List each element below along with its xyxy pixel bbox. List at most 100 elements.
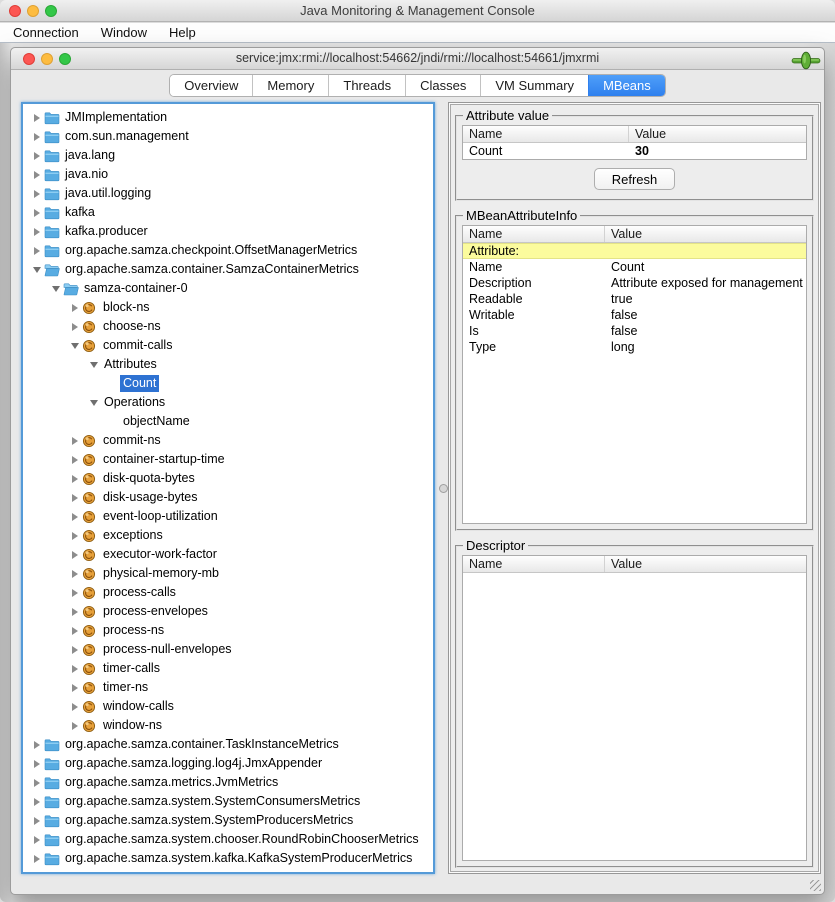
expand-arrow-icon[interactable]: [67, 722, 82, 730]
expand-arrow-icon[interactable]: [67, 684, 82, 692]
split-pane-divider-handle[interactable]: [439, 484, 448, 493]
table-row-attribute-[interactable]: Attribute:: [463, 243, 806, 259]
tree-row-process-envelopes[interactable]: process-envelopes: [23, 602, 433, 621]
expand-arrow-icon[interactable]: [67, 608, 82, 616]
tab-memory[interactable]: Memory: [252, 75, 328, 96]
tree-row-org-apache-samza-checkpoint-offsetmanagermetrics[interactable]: org.apache.samza.checkpoint.OffsetManage…: [23, 241, 433, 260]
expand-arrow-icon[interactable]: [67, 437, 82, 445]
tree-row-disk-quota-bytes[interactable]: disk-quota-bytes: [23, 469, 433, 488]
tab-threads[interactable]: Threads: [328, 75, 405, 96]
expand-arrow-icon[interactable]: [67, 456, 82, 464]
tree-row-org-apache-samza-logging-log4j-jmxappender[interactable]: org.apache.samza.logging.log4j.JmxAppend…: [23, 754, 433, 773]
tree-row-process-null-envelopes[interactable]: process-null-envelopes: [23, 640, 433, 659]
resize-grip[interactable]: [810, 880, 821, 891]
expand-arrow-icon[interactable]: [29, 152, 44, 160]
minimize-button[interactable]: [27, 5, 39, 17]
tab-overview[interactable]: Overview: [170, 75, 252, 96]
tree-row-org-apache-samza-system-chooser-roundrobinchoosermetrics[interactable]: org.apache.samza.system.chooser.RoundRob…: [23, 830, 433, 849]
tree-row-container-startup-time[interactable]: container-startup-time: [23, 450, 433, 469]
zoom-button[interactable]: [45, 5, 57, 17]
tree-row-objectname[interactable]: objectName: [23, 412, 433, 431]
collapse-arrow-icon[interactable]: [29, 267, 44, 273]
expand-arrow-icon[interactable]: [29, 209, 44, 217]
expand-arrow-icon[interactable]: [67, 551, 82, 559]
expand-arrow-icon[interactable]: [67, 703, 82, 711]
tree-row-event-loop-utilization[interactable]: event-loop-utilization: [23, 507, 433, 526]
expand-arrow-icon[interactable]: [67, 532, 82, 540]
tree-row-jmimplementation[interactable]: JMImplementation: [23, 108, 433, 127]
tree-row-samza-container-0[interactable]: samza-container-0: [23, 279, 433, 298]
tree-row-java-nio[interactable]: java.nio: [23, 165, 433, 184]
expand-arrow-icon[interactable]: [29, 798, 44, 806]
tree-row-count[interactable]: Count: [23, 374, 433, 393]
collapse-arrow-icon[interactable]: [86, 400, 101, 406]
tree-row-physical-memory-mb[interactable]: physical-memory-mb: [23, 564, 433, 583]
tree-row-commit-calls[interactable]: commit-calls: [23, 336, 433, 355]
expand-arrow-icon[interactable]: [29, 760, 44, 768]
expand-arrow-icon[interactable]: [29, 741, 44, 749]
tree-row-process-calls[interactable]: process-calls: [23, 583, 433, 602]
tree-row-attributes[interactable]: Attributes: [23, 355, 433, 374]
tab-vm-summary[interactable]: VM Summary: [480, 75, 588, 96]
menu-help[interactable]: Help: [158, 23, 207, 42]
expand-arrow-icon[interactable]: [67, 646, 82, 654]
minimize-button[interactable]: [41, 53, 53, 65]
expand-arrow-icon[interactable]: [29, 817, 44, 825]
tree-row-commit-ns[interactable]: commit-ns: [23, 431, 433, 450]
expand-arrow-icon[interactable]: [29, 114, 44, 122]
expand-arrow-icon[interactable]: [67, 494, 82, 502]
tree-row-java-lang[interactable]: java.lang: [23, 146, 433, 165]
table-row-writable[interactable]: Writablefalse: [463, 307, 806, 323]
collapse-arrow-icon[interactable]: [86, 362, 101, 368]
expand-arrow-icon[interactable]: [29, 190, 44, 198]
tree-row-timer-calls[interactable]: timer-calls: [23, 659, 433, 678]
expand-arrow-icon[interactable]: [67, 323, 82, 331]
tree-row-executor-work-factor[interactable]: executor-work-factor: [23, 545, 433, 564]
expand-arrow-icon[interactable]: [67, 475, 82, 483]
tree-row-exceptions[interactable]: exceptions: [23, 526, 433, 545]
menu-connection[interactable]: Connection: [2, 23, 90, 42]
expand-arrow-icon[interactable]: [67, 304, 82, 312]
tree-row-process-ns[interactable]: process-ns: [23, 621, 433, 640]
expand-arrow-icon[interactable]: [67, 589, 82, 597]
expand-arrow-icon[interactable]: [29, 228, 44, 236]
collapse-arrow-icon[interactable]: [48, 286, 63, 292]
zoom-button[interactable]: [59, 53, 71, 65]
tree-row-kafka-producer[interactable]: kafka.producer: [23, 222, 433, 241]
expand-arrow-icon[interactable]: [29, 855, 44, 863]
tree-row-org-apache-samza-container-taskinstancemetrics[interactable]: org.apache.samza.container.TaskInstanceM…: [23, 735, 433, 754]
menu-window[interactable]: Window: [90, 23, 158, 42]
tree-row-timer-ns[interactable]: timer-ns: [23, 678, 433, 697]
collapse-arrow-icon[interactable]: [67, 343, 82, 349]
table-row-readable[interactable]: Readabletrue: [463, 291, 806, 307]
refresh-button[interactable]: Refresh: [594, 168, 676, 190]
expand-arrow-icon[interactable]: [67, 570, 82, 578]
expand-arrow-icon[interactable]: [67, 513, 82, 521]
table-row-description[interactable]: DescriptionAttribute exposed for managem…: [463, 275, 806, 291]
tree-row-org-apache-samza-container-samzacontainermetrics[interactable]: org.apache.samza.container.SamzaContaine…: [23, 260, 433, 279]
tree-row-com-sun-management[interactable]: com.sun.management: [23, 127, 433, 146]
expand-arrow-icon[interactable]: [29, 836, 44, 844]
tree-row-java-util-logging[interactable]: java.util.logging: [23, 184, 433, 203]
tree-row-disk-usage-bytes[interactable]: disk-usage-bytes: [23, 488, 433, 507]
tree-row-block-ns[interactable]: block-ns: [23, 298, 433, 317]
table-row-type[interactable]: Typelong: [463, 339, 806, 355]
tab-mbeans[interactable]: MBeans: [588, 75, 665, 96]
expand-arrow-icon[interactable]: [29, 171, 44, 179]
close-button[interactable]: [23, 53, 35, 65]
expand-arrow-icon[interactable]: [29, 779, 44, 787]
table-row-count[interactable]: Count30: [463, 143, 806, 159]
tree-row-window-ns[interactable]: window-ns: [23, 716, 433, 735]
tree-row-operations[interactable]: Operations: [23, 393, 433, 412]
expand-arrow-icon[interactable]: [29, 133, 44, 141]
tree-row-org-apache-samza-system-systemconsumersmetrics[interactable]: org.apache.samza.system.SystemConsumersM…: [23, 792, 433, 811]
tree-row-org-apache-samza-system-systemproducersmetrics[interactable]: org.apache.samza.system.SystemProducersM…: [23, 811, 433, 830]
expand-arrow-icon[interactable]: [29, 247, 44, 255]
table-row-name[interactable]: NameCount: [463, 259, 806, 275]
tab-classes[interactable]: Classes: [405, 75, 480, 96]
tree-row-choose-ns[interactable]: choose-ns: [23, 317, 433, 336]
expand-arrow-icon[interactable]: [67, 627, 82, 635]
expand-arrow-icon[interactable]: [67, 665, 82, 673]
tree-row-window-calls[interactable]: window-calls: [23, 697, 433, 716]
tree-row-org-apache-samza-metrics-jvmmetrics[interactable]: org.apache.samza.metrics.JvmMetrics: [23, 773, 433, 792]
